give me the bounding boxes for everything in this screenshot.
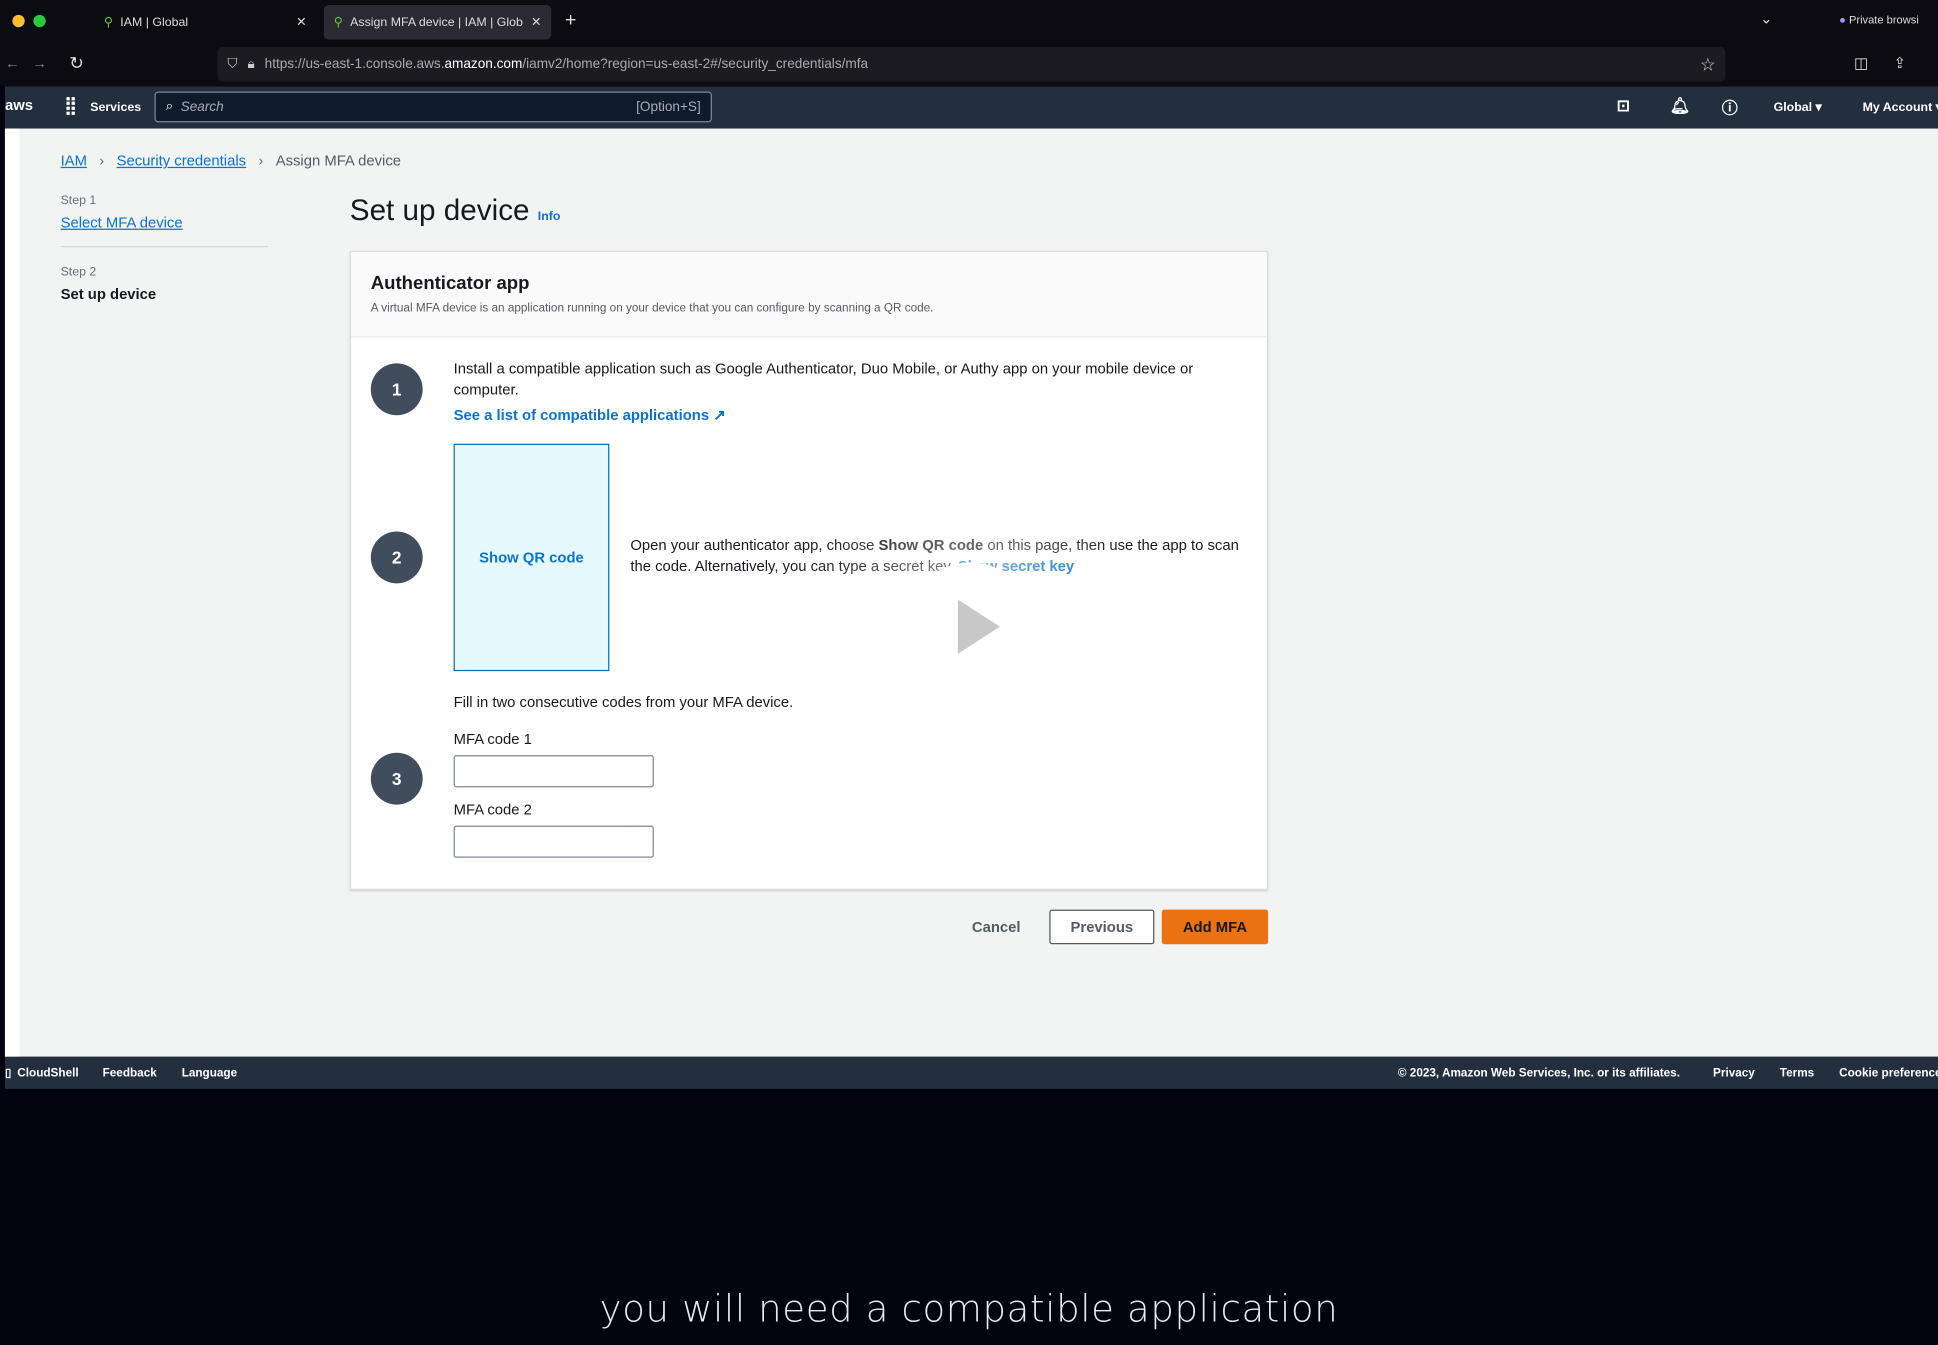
- card-description: A virtual MFA device is an application r…: [370, 301, 934, 316]
- show-qr-code-label: Show QR code: [479, 548, 584, 567]
- address-bar[interactable]: ⛉ 🔒︎ https://us-east-1.console.aws.amazo…: [217, 46, 1726, 82]
- search-shortcut: [Option+S]: [636, 99, 701, 115]
- breadcrumb: IAM › Security credentials › Assign MFA …: [61, 152, 401, 169]
- cloudshell-icon[interactable]: ▯: [5, 1067, 11, 1081]
- step-1-badge: 1: [370, 363, 423, 416]
- close-tab-icon[interactable]: ✕: [531, 15, 541, 29]
- aws-logo[interactable]: aws: [5, 96, 33, 113]
- card-title: Authenticator app: [370, 273, 530, 295]
- search-input[interactable]: ⌕ Search [Option+S]: [154, 91, 712, 123]
- console-footer: ▯ CloudShell Feedback Language © 2023, A…: [4, 1056, 1938, 1089]
- previous-button[interactable]: Previous: [1049, 909, 1155, 945]
- maximize-window-icon[interactable]: [33, 14, 46, 28]
- cancel-button[interactable]: Cancel: [958, 910, 1035, 945]
- page-title-text: Set up device: [349, 194, 530, 228]
- video-caption: you will need a compatible application: [599, 1287, 1339, 1332]
- back-icon[interactable]: ←: [5, 54, 20, 71]
- step-2-badge: 2: [370, 531, 423, 584]
- help-icon[interactable]: ⓘ: [1722, 95, 1738, 118]
- tab-iam-global[interactable]: ⚲ IAM | Global ✕: [94, 5, 316, 40]
- page-title: Set up device Info: [350, 194, 561, 229]
- footer-privacy[interactable]: Privacy: [1713, 1067, 1755, 1081]
- bookmark-star-icon[interactable]: ☆: [1700, 54, 1716, 75]
- step-3-text: Fill in two consecutive codes from your …: [453, 693, 794, 711]
- aws-favicon-icon: ⚲: [103, 15, 113, 30]
- mfa-code-1-label: MFA code 1: [453, 730, 532, 748]
- compatible-apps-link-text: See a list of compatible applications: [453, 406, 710, 424]
- step-set-up-device: Set up device: [60, 285, 157, 303]
- tab-list-chevron-icon[interactable]: ⌄: [1760, 10, 1772, 27]
- footer-copyright: © 2023, Amazon Web Services, Inc. or its…: [1397, 1066, 1680, 1081]
- info-link[interactable]: Info: [538, 210, 561, 224]
- footer-language[interactable]: Language: [182, 1067, 237, 1081]
- step-2-text-bold: Show QR code: [878, 536, 984, 554]
- breadcrumb-current: Assign MFA device: [275, 152, 402, 170]
- url-prefix: https://us-east-1.console.aws.: [264, 56, 445, 72]
- footer-feedback[interactable]: Feedback: [103, 1067, 157, 1081]
- services-grid-icon[interactable]: ⣿: [64, 95, 77, 116]
- step-2-text-a: Open your authenticator app, choose: [630, 536, 879, 554]
- notifications-bell-icon[interactable]: 🔔︎: [1670, 96, 1690, 116]
- authenticator-app-card: Authenticator app A virtual MFA device i…: [349, 250, 1269, 890]
- search-placeholder: Search: [180, 99, 224, 115]
- region-selector[interactable]: Global ▾: [1774, 101, 1822, 115]
- footer-cloudshell[interactable]: CloudShell: [17, 1067, 78, 1081]
- add-mfa-button[interactable]: Add MFA: [1161, 909, 1269, 945]
- external-link-icon: ↗: [713, 406, 726, 424]
- private-label: Private browsi: [1848, 13, 1919, 26]
- show-qr-code-button[interactable]: Show QR code: [453, 443, 610, 672]
- account-menu[interactable]: My Account ▾: [1863, 101, 1938, 115]
- search-icon: ⌕: [165, 98, 174, 114]
- private-mask-icon: ●: [1839, 13, 1846, 26]
- tab-label: Assign MFA device | IAM | Glob: [350, 15, 523, 30]
- url-text: https://us-east-1.console.aws.amazon.com…: [265, 57, 868, 72]
- mfa-code-2-input[interactable]: [453, 825, 654, 858]
- cloudshell-icon[interactable]: ⊡: [1617, 96, 1630, 116]
- step-number: Step 2: [60, 265, 97, 280]
- wizard-steps: Step 1 Select MFA device Step 2 Set up d…: [60, 194, 269, 303]
- chevron-right-icon: ›: [258, 152, 264, 170]
- step-3-badge: 3: [370, 752, 423, 805]
- footer-cookie-preferences[interactable]: Cookie preferences: [1839, 1067, 1938, 1081]
- breadcrumb-security-credentials[interactable]: Security credentials: [117, 152, 246, 169]
- pocket-icon[interactable]: ◫: [1854, 54, 1868, 71]
- chevron-right-icon: ›: [99, 152, 105, 170]
- step-1-text: Install a compatible application such as…: [453, 359, 1194, 398]
- url-domain: amazon.com: [444, 56, 523, 72]
- compatible-apps-link[interactable]: See a list of compatible applications ↗: [454, 407, 726, 424]
- video-play-icon[interactable]: [905, 562, 1035, 691]
- tab-assign-mfa[interactable]: ⚲ Assign MFA device | IAM | Glob ✕: [323, 4, 552, 40]
- mfa-code-1-input[interactable]: [453, 755, 654, 788]
- reload-icon[interactable]: ↻: [69, 53, 84, 74]
- breadcrumb-iam[interactable]: IAM: [61, 152, 87, 169]
- new-tab-icon[interactable]: +: [565, 10, 577, 32]
- footer-terms[interactable]: Terms: [1780, 1067, 1814, 1081]
- step-number: Step 1: [60, 194, 97, 208]
- extensions-icon[interactable]: ⇪: [1894, 54, 1906, 71]
- screen: ⚲ IAM | Global ✕ ⚲ Assign MFA device | I…: [0, 0, 1938, 1345]
- services-menu-button[interactable]: Services: [90, 101, 141, 115]
- forward-icon[interactable]: →: [32, 54, 47, 71]
- browser-tab-bar: ⚲ IAM | Global ✕ ⚲ Assign MFA device | I…: [0, 0, 1938, 43]
- shield-icon: ⛉: [227, 56, 238, 72]
- aws-favicon-icon: ⚲: [333, 15, 343, 30]
- step-select-mfa-device[interactable]: Select MFA device: [61, 214, 269, 231]
- close-tab-icon[interactable]: ✕: [296, 15, 306, 29]
- url-suffix: /iamv2/home?region=us-east-2#/security_c…: [522, 56, 869, 72]
- private-browsing-indicator: ● Private browsi: [1839, 14, 1919, 26]
- minimize-window-icon[interactable]: [12, 14, 25, 28]
- mfa-code-2-label: MFA code 2: [453, 800, 532, 819]
- card-header: Authenticator app A virtual MFA device i…: [351, 252, 1267, 338]
- tab-label: IAM | Global: [120, 15, 189, 30]
- lock-icon: 🔒︎: [247, 56, 255, 72]
